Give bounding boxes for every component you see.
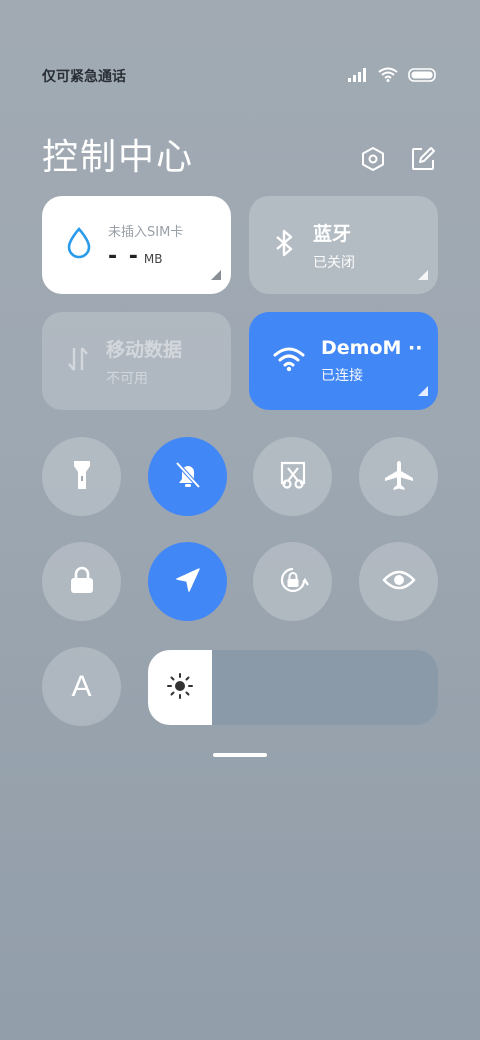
data-usage-text: 未插入SIM卡 - - MB — [108, 221, 183, 269]
eye-icon — [381, 568, 416, 596]
data-usage-value: - - MB — [108, 244, 183, 269]
lock-screen-toggle[interactable] — [42, 542, 121, 621]
expand-corner-icon[interactable] — [418, 270, 428, 280]
data-usage-tile[interactable]: 未插入SIM卡 - - MB — [42, 196, 231, 294]
auto-rotate-toggle[interactable] — [253, 542, 332, 621]
settings-icon[interactable] — [360, 146, 386, 172]
data-usage-number: - - — [108, 244, 140, 269]
mobile-data-text: 移动数据 不可用 — [106, 335, 182, 388]
flashlight-toggle[interactable] — [42, 437, 121, 516]
wifi-text: DemoM ·· 已连接 — [321, 337, 422, 385]
flashlight-icon — [69, 458, 95, 496]
data-usage-unit: MB — [143, 252, 163, 266]
bluetooth-icon — [273, 228, 297, 262]
wifi-icon — [378, 67, 398, 86]
carrier-text: 仅可紧急通话 — [42, 69, 126, 85]
bluetooth-status: 已关闭 — [313, 254, 355, 271]
page-title: 控制中心 — [42, 137, 195, 178]
wifi-status: 已连接 — [321, 368, 363, 384]
expand-corner-icon[interactable] — [418, 386, 428, 396]
status-bar: 仅可紧急通话 — [42, 66, 438, 86]
close-handle[interactable] — [213, 753, 267, 757]
bluetooth-label: 蓝牙 — [313, 222, 352, 245]
airplane-mode-toggle[interactable] — [359, 437, 438, 516]
mobile-data-tile[interactable]: 移动数据 不可用 — [42, 312, 231, 410]
battery-icon — [408, 67, 438, 86]
lock-icon — [68, 565, 96, 599]
bell-off-icon — [172, 459, 204, 495]
brightness-slider[interactable] — [148, 650, 438, 725]
auto-brightness-label: A — [71, 669, 92, 703]
header-actions — [360, 146, 436, 172]
location-arrow-icon — [173, 565, 203, 599]
mobile-data-status: 不可用 — [106, 370, 148, 387]
location-toggle[interactable] — [148, 542, 227, 621]
airplane-icon — [383, 459, 415, 495]
wifi-icon — [273, 346, 305, 376]
edit-icon[interactable] — [410, 146, 436, 172]
screenshot-toggle[interactable] — [253, 437, 332, 516]
status-icons — [348, 67, 438, 86]
wifi-tile[interactable]: DemoM ·· 已连接 — [249, 312, 438, 410]
signal-icon — [348, 67, 368, 86]
sun-icon — [166, 672, 194, 704]
auto-brightness-toggle[interactable]: A — [42, 647, 121, 726]
brightness-fill[interactable] — [148, 650, 212, 725]
bluetooth-tile[interactable]: 蓝牙 已关闭 — [249, 196, 438, 294]
scissors-icon — [277, 459, 309, 495]
mobile-data-icon — [66, 344, 90, 378]
wifi-network-name: DemoM ·· — [321, 337, 423, 359]
mute-toggle[interactable] — [148, 437, 227, 516]
mobile-data-label: 移动数据 — [106, 338, 183, 361]
sim-status-label: 未插入SIM卡 — [108, 225, 184, 240]
expand-corner-icon[interactable] — [211, 270, 221, 280]
water-drop-icon — [66, 227, 92, 263]
reading-mode-toggle[interactable] — [359, 542, 438, 621]
rotate-lock-icon — [276, 563, 310, 601]
bluetooth-text: 蓝牙 已关闭 — [313, 219, 355, 272]
